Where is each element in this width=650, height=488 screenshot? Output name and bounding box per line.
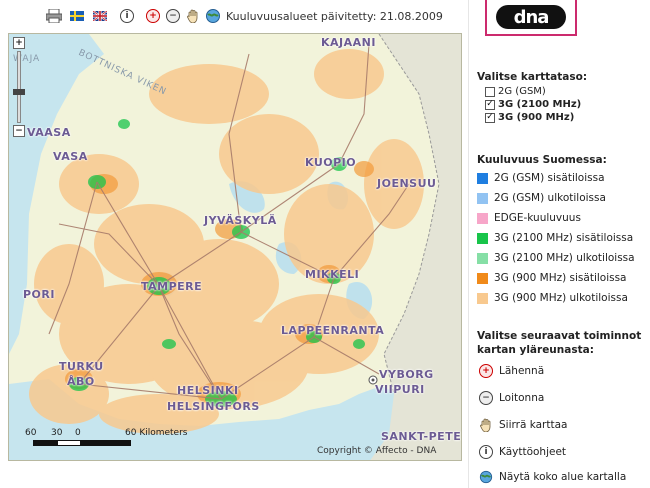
city-label: VYBORG [379,368,434,381]
layer-label: 3G (2100 MHz) [498,99,582,110]
zoom-in-icon: + [479,364,493,378]
logo-text: dna [496,5,566,29]
tool-label: Loitonna [499,392,545,404]
scale-bar-segment [81,440,131,446]
city-label: VIIPURI [375,383,425,396]
legend-swatch [477,232,488,244]
legend-item: 2G (GSM) sisätiloissa [477,172,605,184]
city-label: LAPPEENRANTA [281,324,385,337]
tool-pan[interactable]: Siirrä karttaa [479,418,567,432]
legend-label: EDGE-kuuluvuus [494,212,581,224]
copyright-text: Copyright © Affecto - DNA [317,446,437,456]
legend-swatch [477,172,488,184]
coverage-map[interactable]: KAJAANI VAASA VASA KUOPIO JOENSUU JYVÄSK… [8,33,462,461]
legend-label: 2G (GSM) sisätiloissa [494,172,605,184]
tool-full-extent[interactable]: Näytä koko alue kartalla [479,470,626,484]
city-label: HELSINKI [177,384,239,397]
print-icon[interactable] [46,8,62,24]
last-updated-text: Kuuluvuusalueet päivitetty: 21.08.2009 [226,10,443,23]
swedish-flag-icon[interactable] [69,8,85,24]
legend-label: 3G (2100 MHz) sisätiloissa [494,232,634,244]
tool-help[interactable]: i Käyttöohjeet [479,445,566,459]
legend-item: 3G (900 MHz) sisätiloissa [477,272,627,284]
checkbox-checked-icon[interactable]: ✓ [485,112,495,123]
layer-checkbox-2g[interactable]: 2G (GSM) [485,86,546,97]
zoom-in-icon[interactable]: + [145,8,161,24]
legend-swatch [477,252,488,264]
zoom-slider-minus-button[interactable]: − [13,125,25,137]
legend-label: 3G (900 MHz) sisätiloissa [494,272,627,284]
legend-swatch [477,292,488,304]
tool-zoom-out[interactable]: − Loitonna [479,391,544,405]
dna-logo: dna [485,0,577,36]
legend-label: 2G (GSM) ulkotiloissa [494,192,606,204]
map-toolbar: i + − Kuuluvuusalueet päivitetty: 21.08.… [0,0,462,34]
tool-zoom-in[interactable]: + Lähennä [479,364,544,378]
layer-label: 2G (GSM) [498,86,546,97]
scale-bar-segment [57,440,81,446]
pan-hand-icon [479,418,493,432]
checkbox-checked-icon[interactable]: ✓ [485,99,495,110]
full-extent-icon[interactable] [205,8,221,24]
legend-item: EDGE-kuuluvuus [477,212,581,224]
layer-checkbox-3g-2100[interactable]: ✓ 3G (2100 MHz) [485,99,581,110]
legend-item: 3G (2100 MHz) ulkotiloissa [477,252,635,264]
legend-item: 3G (2100 MHz) sisätiloissa [477,232,633,244]
city-label: HELSINGFORS [167,400,260,413]
zoom-out-icon[interactable]: − [165,8,181,24]
zoom-slider-track[interactable] [17,51,21,123]
info-icon[interactable]: i [119,8,135,24]
layer-label: 3G (900 MHz) [498,112,575,123]
zoom-slider[interactable]: + − [13,37,27,137]
tool-label: Lähennä [499,365,545,377]
legend-swatch [477,272,488,284]
city-label: TURKU [59,360,104,373]
city-label: ÅBO [67,375,95,388]
pan-hand-icon[interactable] [185,8,201,24]
scale-label: 0 [75,428,81,438]
full-extent-icon [479,470,493,484]
scale-label: 60 Kilometers [125,428,188,438]
city-label: KAJAANI [321,36,376,49]
checkbox-unchecked-icon[interactable] [485,86,495,97]
city-label: JYVÄSKYLÄ [204,214,277,227]
uk-flag-icon[interactable] [92,8,108,24]
legend-item: 2G (GSM) ulkotiloissa [477,192,606,204]
info-icon: i [479,445,493,459]
legend-item: 3G (900 MHz) ulkotiloissa [477,292,628,304]
scale-label: 30 [51,428,63,438]
scale-bar: 60 30 0 60 Kilometers [25,428,215,452]
city-label: KUOPIO [305,156,357,169]
scale-label: 60 [25,428,37,438]
city-label: JOENSUU [377,177,437,190]
tool-label: Siirrä karttaa [499,419,568,431]
legend-swatch [477,192,488,204]
zoom-slider-thumb[interactable] [13,89,25,95]
legend-swatch [477,212,488,224]
legend-label: 3G (900 MHz) ulkotiloissa [494,292,628,304]
tools-title: kartan yläreunasta: [477,344,594,356]
side-panel: dna Valitse karttataso: 2G (GSM) ✓ 3G (2… [468,0,650,488]
city-label: SANKT-PETERBURG [381,430,462,443]
city-label: MIKKELI [305,268,360,281]
city-label: VAASA [27,126,71,139]
tools-title: Valitse seuraavat toiminnot [477,330,642,342]
scale-bar-segment [33,440,57,446]
city-label: PORI [23,288,55,301]
city-label: VASA [53,150,88,163]
zoom-slider-plus-button[interactable]: + [13,37,25,49]
tool-label: Käyttöohjeet [499,446,567,458]
legend-label: 3G (2100 MHz) ulkotiloissa [494,252,635,264]
tool-label: Näytä koko alue kartalla [499,471,627,483]
zoom-out-icon: − [479,391,493,405]
layer-checkbox-3g-900[interactable]: ✓ 3G (900 MHz) [485,112,574,123]
legend-title: Kuuluvuus Suomessa: [477,154,607,166]
city-label: TAMPERE [141,280,203,293]
layer-select-title: Valitse karttataso: [477,71,588,83]
